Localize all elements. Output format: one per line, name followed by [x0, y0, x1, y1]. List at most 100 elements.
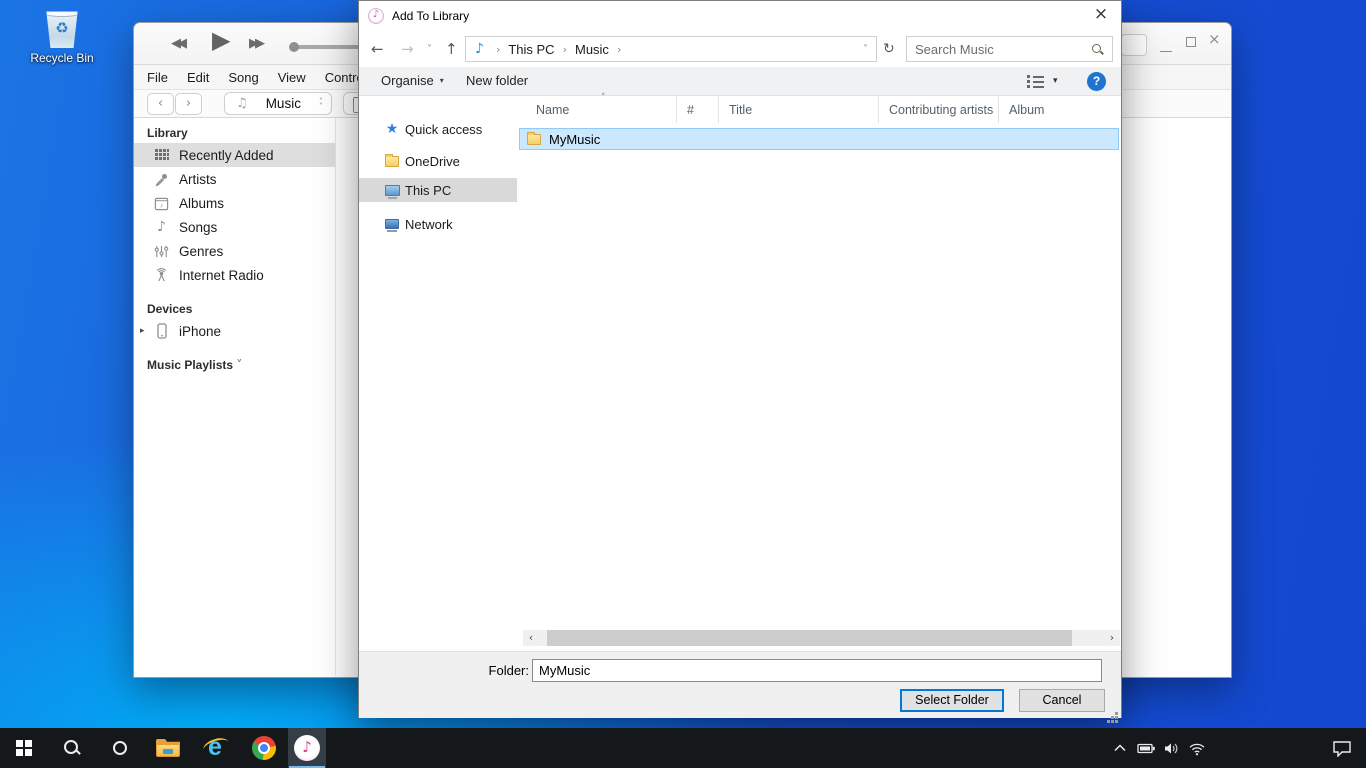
recycle-bin-desktop-icon[interactable]: ♻ Recycle Bin: [26, 10, 98, 65]
taskbar-search-button[interactable]: [48, 728, 96, 768]
scrollbar-thumb[interactable]: [547, 630, 1072, 646]
sidebar-item-recently-added[interactable]: Recently Added: [134, 143, 335, 167]
column-header-number[interactable]: #: [677, 96, 719, 123]
organise-menu-button[interactable]: Organise ▾: [381, 73, 444, 88]
svg-text:♪: ♪: [160, 202, 163, 209]
column-header-name[interactable]: Name: [517, 96, 677, 123]
sort-ascending-icon: ˄: [601, 93, 606, 103]
dialog-footer: Folder: Select Folder Cancel: [359, 651, 1121, 718]
sidebar-item-iphone[interactable]: ▸ iPhone: [134, 319, 335, 343]
dialog-close-icon[interactable]: ×: [1081, 1, 1121, 30]
folder-name-input[interactable]: [532, 659, 1102, 682]
breadcrumb-this-pc[interactable]: This PC: [508, 42, 554, 57]
media-kind-value: Music: [248, 96, 319, 111]
select-folder-button[interactable]: Select Folder: [900, 689, 1004, 712]
sidebar-item-albums[interactable]: ♪ Albums: [134, 191, 335, 215]
recycle-symbol-icon: ♻: [45, 19, 79, 37]
cortana-button[interactable]: [96, 728, 144, 768]
cortana-icon: [113, 741, 127, 755]
action-center-icon[interactable]: [1332, 740, 1352, 757]
battery-icon[interactable]: [1137, 741, 1156, 756]
search-box[interactable]: [906, 36, 1113, 62]
search-icon: [63, 739, 81, 757]
new-folder-button[interactable]: New folder: [466, 73, 528, 88]
sidebar-item-label: Internet Radio: [179, 268, 264, 283]
sidebar-item-genres[interactable]: Genres: [134, 239, 335, 263]
start-icon: [16, 740, 32, 756]
nav-item-onedrive[interactable]: OneDrive: [359, 149, 517, 173]
fast-forward-button[interactable]: ▶▶: [249, 36, 261, 51]
tray-chevron-up-icon[interactable]: [1110, 744, 1130, 752]
play-button[interactable]: ▶: [212, 26, 230, 54]
recent-locations-dropdown-icon[interactable]: ˅: [427, 44, 432, 55]
itunes-taskbar-button[interactable]: ♪: [288, 728, 326, 768]
sidebar-item-label: Genres: [179, 244, 223, 259]
refresh-icon[interactable]: ↻: [883, 41, 895, 57]
column-header-title[interactable]: Title: [719, 96, 879, 123]
view-caret-icon[interactable]: ▾: [1053, 76, 1058, 86]
playlists-caret-icon: ˅: [236, 358, 242, 372]
sidebar-item-artists[interactable]: Artists: [134, 167, 335, 191]
file-row-mymusic[interactable]: MyMusic: [519, 128, 1119, 150]
change-view-icon[interactable]: [1027, 75, 1044, 88]
up-arrow-icon[interactable]: ↑: [445, 40, 458, 58]
help-icon[interactable]: ?: [1087, 72, 1106, 91]
menu-edit[interactable]: Edit: [187, 70, 209, 85]
chrome-button[interactable]: [240, 728, 288, 768]
column-header-album[interactable]: Album: [999, 96, 1121, 123]
address-bar[interactable]: ♪ › This PC › Music › ˅: [465, 36, 877, 62]
beamed-notes-icon: ♫: [236, 96, 248, 111]
menu-song[interactable]: Song: [228, 70, 258, 85]
volume-icon[interactable]: [1163, 741, 1181, 756]
microphone-icon: [153, 171, 170, 188]
nav-item-this-pc[interactable]: This PC: [359, 178, 517, 202]
scroll-right-icon[interactable]: ›: [1104, 630, 1120, 646]
chrome-icon: [252, 736, 276, 760]
crumb-separator-icon: ›: [617, 43, 621, 56]
horizontal-scrollbar[interactable]: ‹ ›: [523, 630, 1120, 646]
itunes-forward-button[interactable]: ›: [175, 93, 202, 115]
menu-file[interactable]: File: [147, 70, 168, 85]
nav-item-network[interactable]: Network: [359, 212, 517, 236]
maximize-icon[interactable]: [1186, 37, 1196, 47]
genres-icon: [153, 243, 170, 260]
internet-explorer-button[interactable]: e: [192, 728, 240, 768]
back-arrow-icon[interactable]: ←: [371, 40, 384, 58]
itunes-search-field[interactable]: [1121, 34, 1147, 56]
album-icon: ♪: [153, 195, 170, 212]
wifi-icon[interactable]: [1188, 741, 1206, 756]
itunes-back-button[interactable]: ‹: [147, 93, 174, 115]
sidebar-item-internet-radio[interactable]: Internet Radio: [134, 263, 335, 287]
dialog-titlebar[interactable]: ♪ Add To Library ×: [359, 1, 1121, 31]
menu-view[interactable]: View: [278, 70, 306, 85]
cancel-button[interactable]: Cancel: [1019, 689, 1105, 712]
column-header-contributing-artists[interactable]: Contributing artists: [879, 96, 999, 123]
sidebar-item-label: Albums: [179, 196, 224, 211]
network-icon: [384, 216, 400, 232]
nav-item-quick-access[interactable]: ★ Quick access: [359, 117, 517, 141]
search-input[interactable]: [907, 42, 1091, 57]
music-playlists-header[interactable]: Music Playlists ˅: [147, 358, 335, 372]
breadcrumb-music[interactable]: Music: [575, 42, 609, 57]
rewind-button[interactable]: ◀◀: [171, 36, 183, 51]
media-kind-selector[interactable]: ♫ Music ˄ ˅: [224, 92, 332, 115]
grid-icon: [153, 147, 170, 164]
start-button[interactable]: [0, 728, 48, 768]
scrollbar-track[interactable]: [539, 630, 1104, 646]
crumb-separator-icon: ›: [563, 43, 567, 56]
sidebar-item-songs[interactable]: ♪ Songs: [134, 215, 335, 239]
resize-grip[interactable]: [1115, 712, 1118, 715]
desktop-wallpaper: ♻ Recycle Bin ◀◀ ▶ ▶▶ × File Edit Song V…: [0, 0, 1366, 768]
search-icon[interactable]: [1091, 43, 1104, 56]
taskbar: e ♪: [0, 728, 1366, 768]
scroll-left-icon[interactable]: ‹: [523, 630, 539, 646]
recycle-bin-label: Recycle Bin: [26, 51, 98, 65]
minimize-icon[interactable]: [1160, 51, 1172, 52]
file-list: ˄ Name # Title Contributing artists Albu…: [517, 96, 1121, 651]
close-icon[interactable]: ×: [1208, 30, 1221, 48]
file-explorer-button[interactable]: [144, 728, 192, 768]
disclosure-triangle-icon[interactable]: ▸: [140, 326, 145, 336]
forward-arrow-icon[interactable]: →: [401, 40, 414, 58]
address-dropdown-icon[interactable]: ˅: [863, 44, 868, 55]
organise-caret-icon: ▾: [440, 76, 444, 85]
